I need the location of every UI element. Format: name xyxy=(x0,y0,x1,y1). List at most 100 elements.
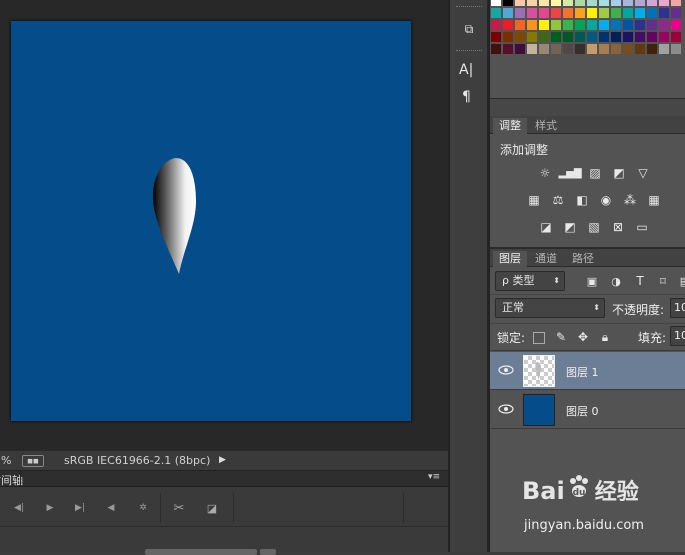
status-menu-arrow-icon[interactable]: ▶ xyxy=(219,455,226,465)
black-white-icon[interactable]: ◧ xyxy=(573,192,591,208)
tab-adjustments[interactable]: 调整 xyxy=(493,118,527,134)
color-swatch[interactable] xyxy=(575,8,585,18)
color-swatch[interactable] xyxy=(587,8,597,18)
panel-menu-icon[interactable]: ▾≡ xyxy=(428,472,440,482)
color-swatch[interactable] xyxy=(635,20,645,30)
color-swatch[interactable] xyxy=(491,0,501,6)
color-swatch[interactable] xyxy=(587,32,597,42)
color-swatch[interactable] xyxy=(611,32,621,42)
color-swatch[interactable] xyxy=(575,44,585,54)
color-swatch[interactable] xyxy=(539,32,549,42)
color-swatch[interactable] xyxy=(647,20,657,30)
color-swatch[interactable] xyxy=(503,8,513,18)
color-swatch[interactable] xyxy=(671,8,681,18)
color-swatch[interactable] xyxy=(647,32,657,42)
curves-icon[interactable]: ▨ xyxy=(586,165,604,181)
selective-color-icon[interactable]: ⊠ xyxy=(609,219,627,235)
color-swatch[interactable] xyxy=(671,32,681,42)
color-swatch[interactable] xyxy=(599,20,609,30)
color-swatch[interactable] xyxy=(539,0,549,6)
color-swatch[interactable] xyxy=(611,0,621,6)
color-swatch[interactable] xyxy=(527,8,537,18)
color-swatch[interactable] xyxy=(659,32,669,42)
color-swatch[interactable] xyxy=(599,32,609,42)
color-swatch[interactable] xyxy=(515,20,525,30)
color-swatch[interactable] xyxy=(623,8,633,18)
tab-styles[interactable]: 样式 xyxy=(529,118,563,134)
color-swatch[interactable] xyxy=(491,8,501,18)
color-swatch[interactable] xyxy=(659,8,669,18)
color-swatch[interactable] xyxy=(611,44,621,54)
color-swatch[interactable] xyxy=(575,20,585,30)
layer-row[interactable]: 图层 1 xyxy=(490,352,685,390)
threshold-icon[interactable]: ▧ xyxy=(585,219,603,235)
character-panel-icon[interactable]: A| xyxy=(459,62,473,78)
color-swatch[interactable] xyxy=(551,32,561,42)
lock-transparent-icon[interactable] xyxy=(533,332,545,344)
color-swatch[interactable] xyxy=(671,0,681,6)
visibility-eye-icon[interactable] xyxy=(498,403,514,415)
color-swatch[interactable] xyxy=(539,44,549,54)
color-swatch[interactable] xyxy=(587,0,597,6)
color-swatch[interactable] xyxy=(563,20,573,30)
go-first-frame-icon[interactable]: ◀| xyxy=(12,501,26,515)
color-swatch[interactable] xyxy=(623,0,633,6)
color-swatch[interactable] xyxy=(647,8,657,18)
layer-row[interactable]: 图层 0 xyxy=(490,391,685,429)
color-swatch[interactable] xyxy=(635,32,645,42)
hue-saturation-icon[interactable]: ▦ xyxy=(525,192,543,208)
play-icon[interactable]: ▶ xyxy=(43,501,57,515)
color-lookup-icon[interactable]: ▦ xyxy=(645,192,663,208)
color-swatch[interactable] xyxy=(551,44,561,54)
color-swatch[interactable] xyxy=(515,0,525,6)
opacity-input[interactable]: 10 xyxy=(670,298,685,318)
color-swatch[interactable] xyxy=(647,0,657,6)
color-swatch[interactable] xyxy=(599,44,609,54)
layer-name[interactable]: 图层 1 xyxy=(566,364,599,380)
color-swatch[interactable] xyxy=(647,44,657,54)
color-swatch[interactable] xyxy=(503,32,513,42)
fill-input[interactable]: 10 xyxy=(670,326,685,346)
color-swatch[interactable] xyxy=(623,20,633,30)
filter-shape-icon[interactable]: ⌑ xyxy=(654,273,672,289)
grip[interactable] xyxy=(456,50,482,52)
color-swatch[interactable] xyxy=(563,8,573,18)
tab-channels[interactable]: 通道 xyxy=(529,251,563,267)
color-swatch[interactable] xyxy=(503,20,513,30)
paragraph-panel-icon[interactable]: ¶ xyxy=(462,89,471,105)
brightness-icon[interactable]: ☼ xyxy=(536,165,554,181)
filter-adjustment-icon[interactable]: ◑ xyxy=(607,273,625,289)
color-swatch[interactable] xyxy=(635,44,645,54)
color-swatch[interactable] xyxy=(503,44,513,54)
color-swatch[interactable] xyxy=(503,0,513,6)
color-swatch[interactable] xyxy=(575,0,585,6)
color-swatch[interactable] xyxy=(551,20,561,30)
audio-icon[interactable]: ◀ xyxy=(104,501,118,515)
levels-icon[interactable]: ▂▅▇ xyxy=(558,165,581,181)
color-swatch[interactable] xyxy=(515,32,525,42)
next-frame-icon[interactable]: ▶| xyxy=(73,501,87,515)
color-swatch[interactable] xyxy=(527,0,537,6)
color-swatch[interactable] xyxy=(527,20,537,30)
gradient-map-icon[interactable]: ▭ xyxy=(633,219,651,235)
color-swatch[interactable] xyxy=(539,8,549,18)
settings-gear-icon[interactable]: ✲ xyxy=(136,501,150,515)
color-swatch[interactable] xyxy=(563,44,573,54)
color-swatch[interactable] xyxy=(551,8,561,18)
color-swatch[interactable] xyxy=(527,44,537,54)
grip[interactable] xyxy=(456,6,482,8)
color-swatch[interactable] xyxy=(623,44,633,54)
color-swatch[interactable] xyxy=(659,20,669,30)
split-scissors-icon[interactable]: ✂ xyxy=(172,501,186,516)
lock-paint-icon[interactable]: ✎ xyxy=(552,329,570,345)
color-swatch[interactable] xyxy=(599,0,609,6)
color-swatch[interactable] xyxy=(491,44,501,54)
photo-filter-icon[interactable]: ◉ xyxy=(597,192,615,208)
color-swatch[interactable] xyxy=(515,8,525,18)
color-swatch[interactable] xyxy=(611,8,621,18)
color-swatch[interactable] xyxy=(671,20,681,30)
invert-icon[interactable]: ◪ xyxy=(537,219,555,235)
doc-info-icon[interactable]: ◼◼ xyxy=(22,455,44,467)
filter-type-icon[interactable]: T xyxy=(631,273,649,289)
color-swatch[interactable] xyxy=(611,20,621,30)
